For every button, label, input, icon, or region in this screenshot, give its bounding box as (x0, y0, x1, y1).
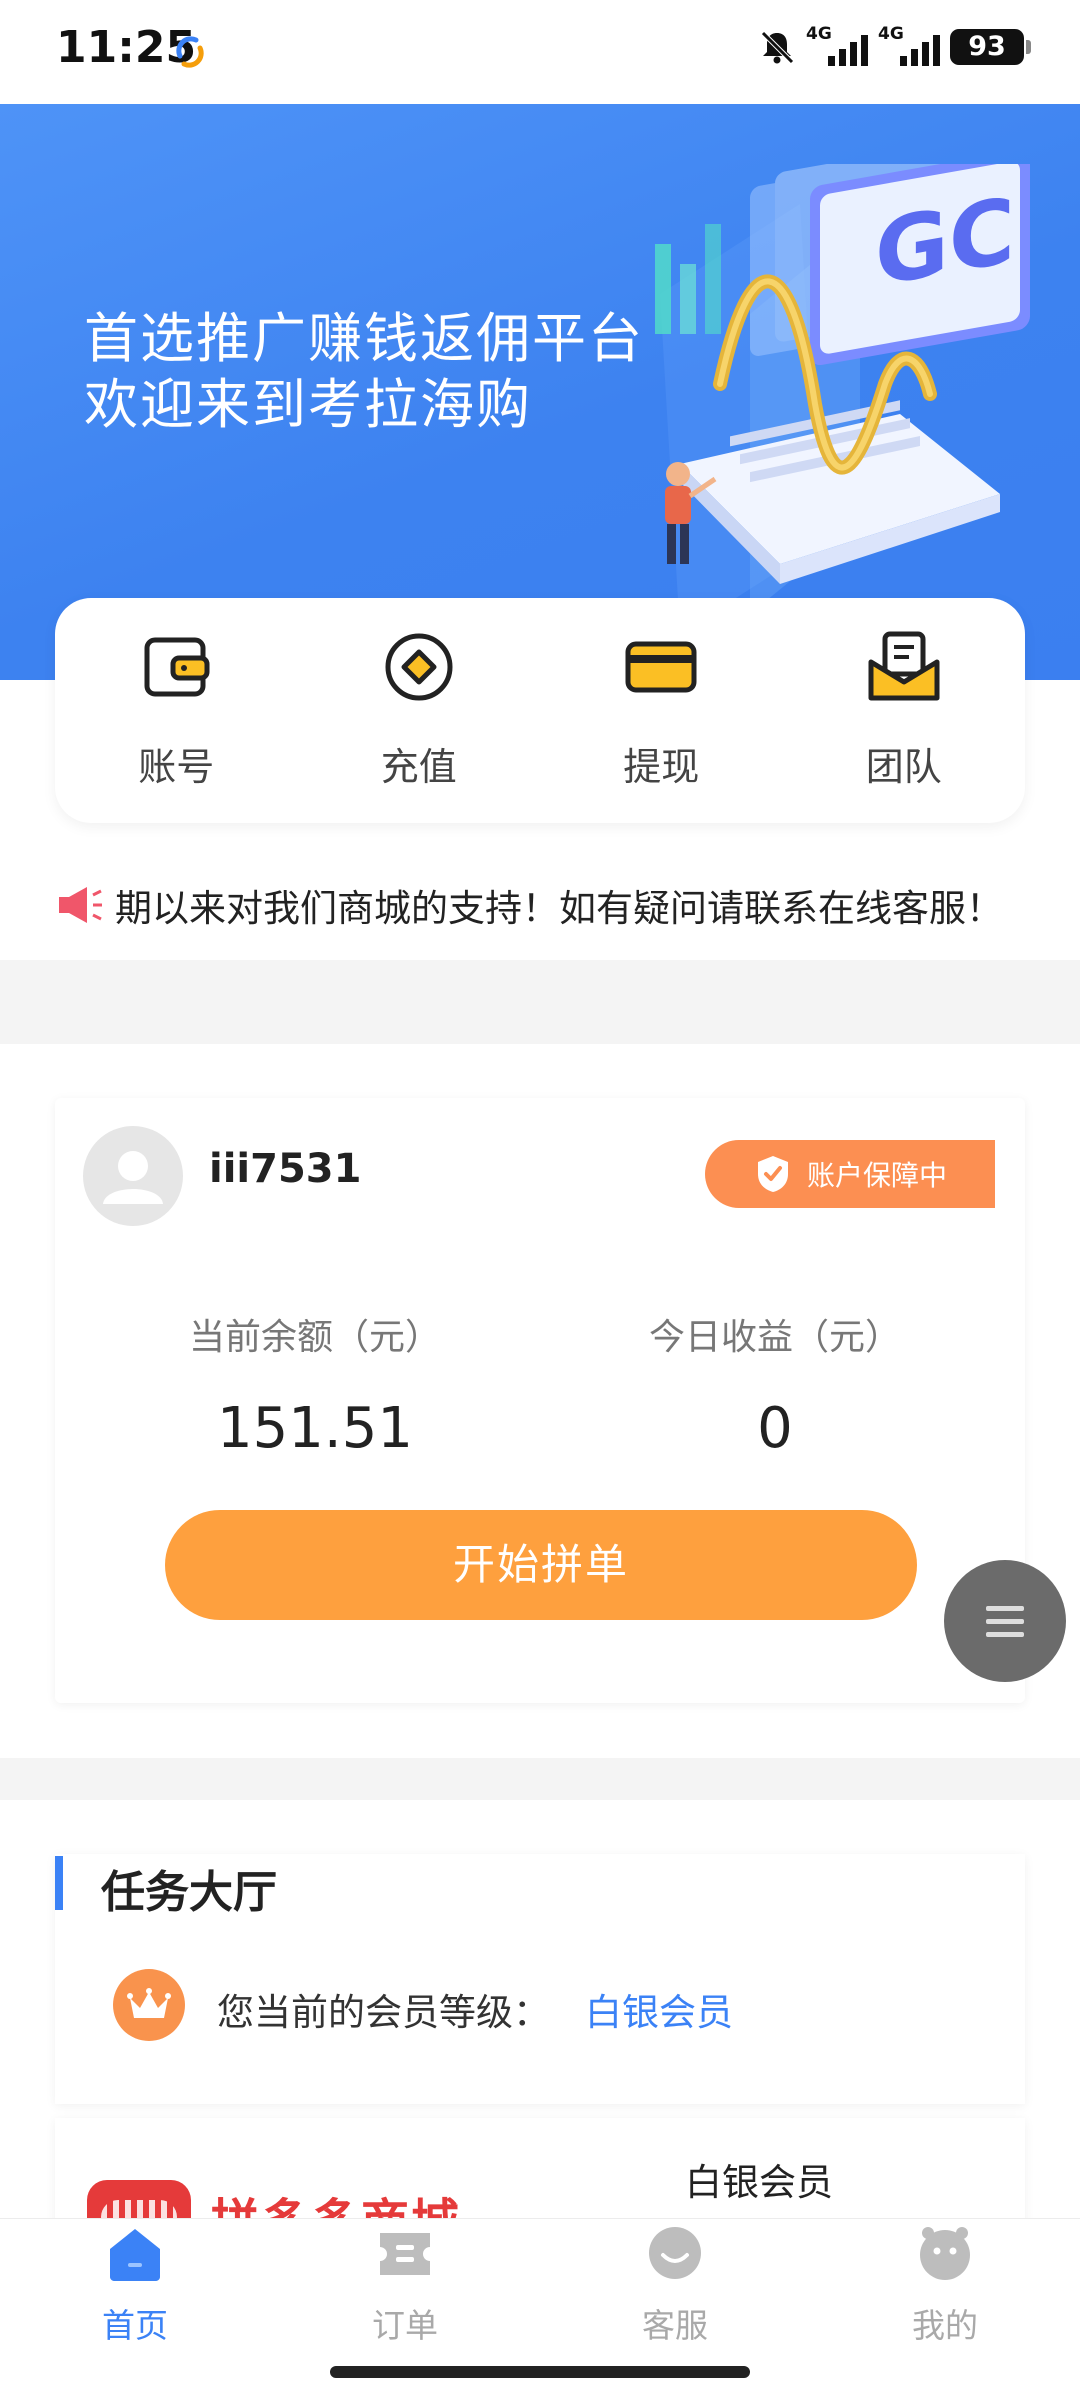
quick-action-recharge[interactable]: 充值 (298, 598, 541, 823)
shield-check-icon (758, 1156, 788, 1192)
account-card: iii7531 账户保障中 当前余额（元） 151.51 今日收益（元） 0 开… (55, 1098, 1025, 1703)
mute-icon (761, 31, 794, 64)
banner-laptop-illustration: GC (655, 164, 1030, 634)
megaphone-icon (59, 887, 102, 923)
quick-action-team[interactable]: 团队 (783, 598, 1026, 823)
task-hall-card: 任务大厅 您当前的会员等级： 白银会员 (55, 1854, 1025, 2104)
task-hall-title: 任务大厅 (101, 1867, 277, 1918)
income-label: 今日收益（元） (648, 1317, 901, 1358)
floating-menu-button[interactable] (944, 1560, 1066, 1682)
income-value: 0 (757, 1396, 793, 1461)
account-protection-badge: 账户保障中 (705, 1140, 995, 1208)
member-level-value[interactable]: 白银会员 (585, 1982, 733, 2036)
start-order-button[interactable]: 开始拼单 (165, 1510, 917, 1620)
username: iii7531 (209, 1146, 362, 1192)
shop-member-level: 白银会员 (685, 2161, 833, 2204)
quick-action-label: 账号 (138, 745, 215, 789)
menu-line (986, 1605, 1024, 1611)
notice-text: 期以来对我们商城的支持！如有疑问请联系在线客服！ (115, 887, 1003, 930)
balance-stat: 当前余额（元） 151.51 (115, 1308, 515, 1461)
menu-line (986, 1618, 1024, 1624)
promo-banner[interactable]: 首选推广赚钱返佣平台 欢迎来到考拉海购 GC (0, 104, 1080, 680)
nav-profile[interactable]: 我的 (810, 2219, 1080, 2400)
quick-action-label: 提现 (623, 745, 700, 789)
card-icon (625, 641, 697, 693)
menu-line (986, 1631, 1024, 1637)
signal-icon-2: 4G (878, 24, 940, 68)
protection-label: 账户保障中 (807, 1159, 948, 1192)
crown-icon (113, 1969, 185, 2041)
quick-actions: 账号 充值 提现 团队 (55, 598, 1025, 823)
recharge-icon (385, 633, 453, 701)
nav-home[interactable]: 首页 (0, 2219, 270, 2400)
quick-action-withdraw[interactable]: 提现 (540, 598, 783, 823)
quick-action-label: 团队 (865, 745, 942, 789)
status-indicators: 4G 4G 93 (758, 24, 1031, 68)
banner-welcome: 欢迎来到考拉海购 (84, 373, 532, 436)
profile-icon (920, 2227, 970, 2280)
home-icon (110, 2229, 160, 2281)
balance-value: 151.51 (217, 1396, 413, 1461)
wallet-icon (144, 637, 210, 697)
nav-label: 订单 (372, 2306, 438, 2345)
service-icon (649, 2227, 701, 2279)
order-icon (380, 2233, 430, 2275)
avatar[interactable] (83, 1126, 183, 1226)
default-avatar-icon (103, 1151, 163, 1204)
notice-marquee[interactable]: 期以来对我们商城的支持！如有疑问请联系在线客服！ (55, 875, 1025, 935)
crown-glyph (127, 1988, 171, 2018)
app-notification-icon (176, 36, 204, 68)
quick-action-account[interactable]: 账号 (55, 598, 298, 823)
nav-label: 首页 (102, 2306, 168, 2345)
battery-icon: 93 (950, 29, 1031, 65)
envelope-icon (868, 631, 940, 701)
quick-action-label: 充值 (380, 745, 457, 789)
app-screen: 11:25 4G 4G 93 首选推广赚钱返佣平台 欢迎来到考拉海购 GC 账号… (0, 0, 1080, 2400)
status-bar: 11:25 4G 4G 93 (0, 0, 1080, 104)
home-indicator[interactable] (330, 2366, 750, 2378)
section-accent-bar (55, 1856, 63, 1910)
nav-label: 我的 (912, 2306, 978, 2345)
balance-label: 当前余额（元） (188, 1317, 441, 1358)
signal-icon: 4G (806, 24, 868, 68)
income-stat: 今日收益（元） 0 (575, 1308, 975, 1461)
member-level-label: 您当前的会员等级： (217, 1991, 550, 2034)
nav-label: 客服 (642, 2306, 708, 2345)
